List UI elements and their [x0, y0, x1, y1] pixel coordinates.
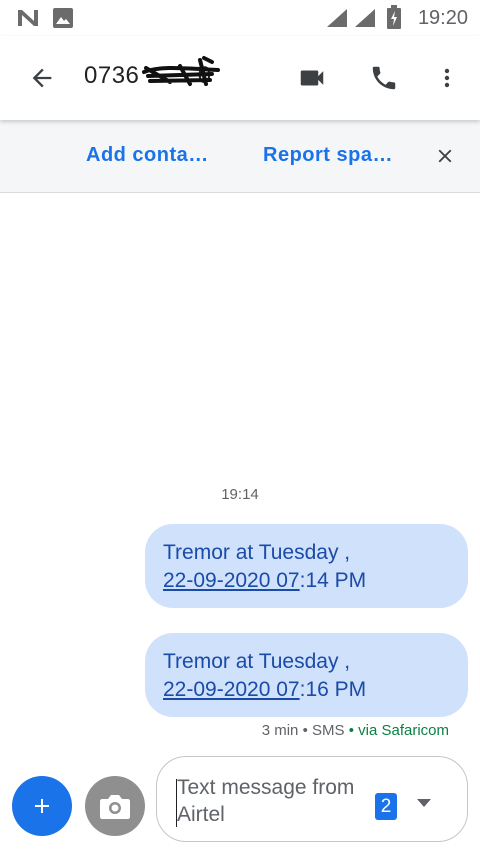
- camera-button[interactable]: [85, 776, 145, 836]
- message-line: 22-09-2020 07:14 PM: [163, 567, 450, 595]
- message-age: 3 min: [261, 722, 299, 739]
- n-logo-icon: [18, 10, 38, 26]
- message-line: Tremor at Tuesday ,: [163, 650, 351, 673]
- more-options-button[interactable]: [428, 56, 466, 100]
- dismiss-bar-button[interactable]: [426, 136, 464, 176]
- date-link[interactable]: 22-09-2020 07: [163, 678, 300, 701]
- message-text: :14 PM: [299, 569, 367, 592]
- message-text: :16 PM: [299, 678, 367, 701]
- video-call-button[interactable]: [290, 56, 334, 100]
- phone-icon: [372, 66, 396, 90]
- dropdown-arrow-icon[interactable]: [415, 797, 433, 809]
- add-contact-button[interactable]: Add conta…: [86, 144, 209, 167]
- more-vert-icon: [444, 68, 450, 88]
- message-line: 22-09-2020 07:16 PM: [163, 676, 450, 704]
- carrier-label: via Safaricom: [358, 722, 449, 739]
- signal-icon: [355, 9, 375, 27]
- back-arrow-icon: [32, 68, 52, 88]
- camera-icon: [100, 795, 130, 819]
- phone-call-button[interactable]: [362, 56, 406, 100]
- sim-selector-badge[interactable]: 2: [375, 793, 397, 820]
- message-compose-field[interactable]: Text message from Airtel 2: [156, 756, 468, 842]
- app-bar: 0736 0: [0, 36, 480, 120]
- message-type: SMS: [312, 722, 345, 739]
- add-attachment-button[interactable]: [12, 776, 72, 836]
- message-line: Tremor at Tuesday ,: [163, 541, 351, 564]
- close-icon: [438, 149, 452, 163]
- back-button[interactable]: [18, 56, 66, 100]
- battery-charging-icon: [387, 5, 401, 29]
- redaction-scribble: [142, 56, 220, 86]
- message-bubble[interactable]: Tremor at Tuesday , 22-09-2020 07:14 PM: [145, 524, 468, 608]
- status-time: 19:20: [417, 7, 468, 29]
- plus-icon: [35, 799, 49, 813]
- contact-action-bar: Add conta… Report spa…: [0, 120, 480, 193]
- status-bar: 19:20: [0, 0, 480, 36]
- date-link[interactable]: 22-09-2020 07: [163, 569, 300, 592]
- message-status: 3 min • SMS • via Safaricom: [261, 722, 449, 739]
- message-bubble[interactable]: Tremor at Tuesday , 22-09-2020 07:16 PM: [145, 633, 468, 717]
- signal-icon: [327, 9, 347, 27]
- message-timestamp: 19:14: [221, 486, 259, 503]
- report-spam-button[interactable]: Report spa…: [263, 144, 393, 167]
- image-icon: [53, 8, 73, 28]
- compose-placeholder: Text message from Airtel: [177, 776, 355, 826]
- video-call-icon: [300, 70, 324, 86]
